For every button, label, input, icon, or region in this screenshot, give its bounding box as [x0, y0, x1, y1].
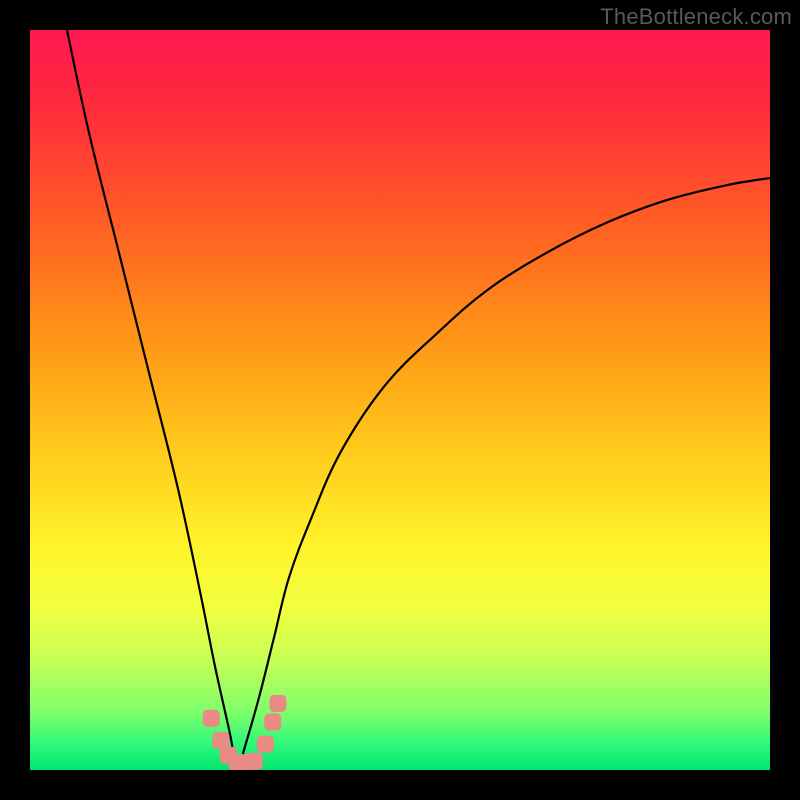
watermark-text: TheBottleneck.com	[600, 4, 792, 30]
curve-marker	[257, 736, 273, 752]
curve-marker	[246, 753, 262, 769]
chart-plot-area	[30, 30, 770, 770]
curve-marker	[213, 732, 229, 748]
chart-frame: TheBottleneck.com	[0, 0, 800, 800]
chart-background	[30, 30, 770, 770]
curve-marker	[203, 710, 219, 726]
chart-svg	[30, 30, 770, 770]
curve-marker	[265, 714, 281, 730]
curve-marker	[270, 695, 286, 711]
